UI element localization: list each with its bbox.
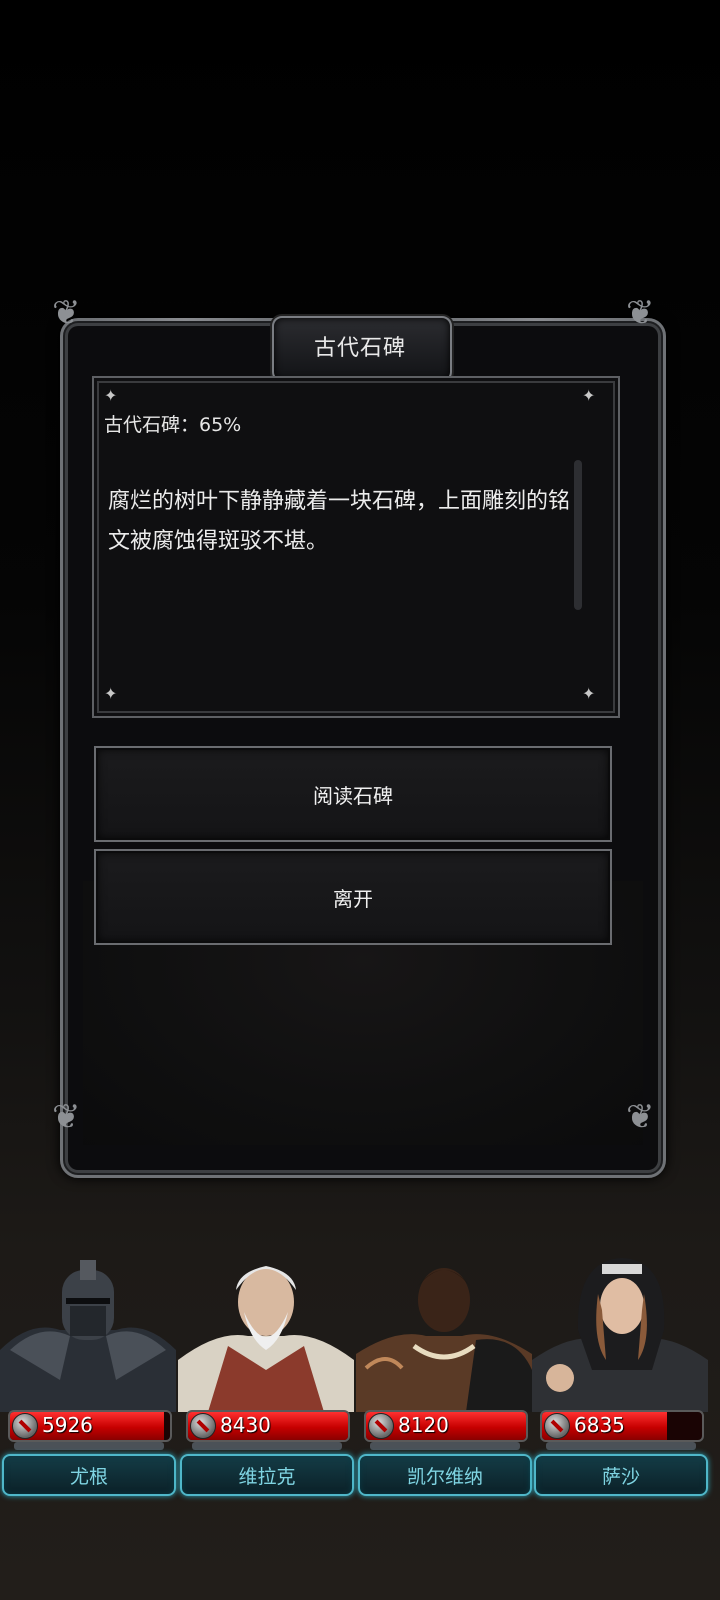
hero-name[interactable]: 凯尔维纳 — [358, 1454, 532, 1496]
corner-ornament-icon: ❦ — [52, 293, 81, 333]
sparkle-icon: ✦ — [582, 386, 596, 405]
sparkle-icon: ✦ — [104, 386, 118, 405]
sparkle-icon: ✦ — [582, 684, 596, 703]
frame-ornament-right-line — [440, 318, 630, 321]
hero-name[interactable]: 萨沙 — [534, 1454, 708, 1496]
hero-name[interactable]: 尤根 — [2, 1454, 176, 1496]
party-member-1[interactable]: 5926 尤根 — [0, 1250, 176, 1600]
knight-portrait-avatar — [0, 1250, 176, 1412]
sage-portrait-avatar — [178, 1250, 354, 1412]
event-description: 腐烂的树叶下静静藏着一块石碑，上面雕刻的铭文被腐蚀得斑驳不堪。 — [108, 489, 571, 554]
energy-bar — [192, 1442, 342, 1450]
hp-value: 8120 — [398, 1413, 449, 1437]
warrior-portrait-avatar — [356, 1250, 532, 1412]
energy-bar — [370, 1442, 520, 1450]
party-member-2[interactable]: 8430 维拉克 — [178, 1250, 354, 1600]
hp-value: 5926 — [42, 1413, 93, 1437]
health-icon — [368, 1413, 394, 1439]
nun-portrait-avatar — [532, 1250, 708, 1412]
party-member-4[interactable]: 6835 萨沙 — [532, 1250, 708, 1600]
health-icon — [544, 1413, 570, 1439]
hp-value: 6835 — [574, 1413, 625, 1437]
description-scrollbar[interactable] — [574, 460, 582, 610]
sparkle-icon: ✦ — [104, 684, 118, 703]
exploration-progress: 古代石碑：65% — [104, 414, 242, 436]
party-member-3[interactable]: 8120 凯尔维纳 — [356, 1250, 532, 1600]
leave-button[interactable]: 离开 — [94, 849, 612, 945]
energy-bar — [14, 1442, 164, 1450]
corner-ornament-icon: ❦ — [52, 1097, 81, 1137]
frame-ornament-left-line — [90, 318, 280, 321]
hero-name[interactable]: 维拉克 — [180, 1454, 354, 1496]
hp-bar: 5926 — [8, 1410, 172, 1442]
corner-ornament-icon: ❦ — [626, 1097, 655, 1137]
read-stele-button[interactable]: 阅读石碑 — [94, 746, 612, 842]
hp-bar: 6835 — [540, 1410, 704, 1442]
corner-ornament-icon: ❦ — [626, 293, 655, 333]
health-icon — [190, 1413, 216, 1439]
hp-value: 8430 — [220, 1413, 271, 1437]
dialog-title: 古代石碑 — [313, 336, 406, 361]
health-icon — [12, 1413, 38, 1439]
hp-bar: 8120 — [364, 1410, 528, 1442]
energy-bar — [546, 1442, 696, 1450]
hp-bar: 8430 — [186, 1410, 350, 1442]
